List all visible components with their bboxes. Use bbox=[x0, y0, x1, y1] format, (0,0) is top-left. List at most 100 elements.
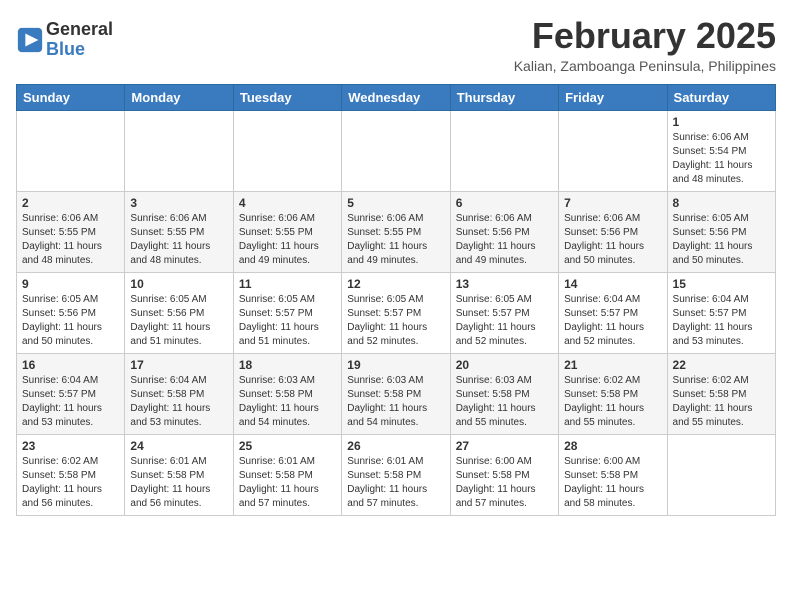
calendar-week-row: 2 Sunrise: 6:06 AM Sunset: 5:55 PM Daylig… bbox=[17, 191, 776, 272]
day-info: Sunrise: 6:01 AM Sunset: 5:58 PM Dayligh… bbox=[347, 455, 444, 511]
day-info: Sunrise: 6:04 AM Sunset: 5:57 PM Dayligh… bbox=[564, 293, 661, 349]
logo-general: General bbox=[46, 20, 113, 40]
calendar-cell bbox=[233, 110, 341, 191]
day-number: 20 bbox=[456, 358, 553, 372]
calendar-table: SundayMondayTuesdayWednesdayThursdayFrid… bbox=[16, 84, 776, 516]
day-number: 3 bbox=[130, 196, 227, 210]
day-number: 24 bbox=[130, 439, 227, 453]
day-info: Sunrise: 6:01 AM Sunset: 5:58 PM Dayligh… bbox=[239, 455, 336, 511]
day-info: Sunrise: 6:00 AM Sunset: 5:58 PM Dayligh… bbox=[456, 455, 553, 511]
weekday-header: Wednesday bbox=[342, 84, 450, 110]
calendar-cell: 1 Sunrise: 6:06 AM Sunset: 5:54 PM Daylig… bbox=[667, 110, 775, 191]
day-number: 18 bbox=[239, 358, 336, 372]
calendar-cell: 3Sunrise: 6:06 AM Sunset: 5:55 PM Daylig… bbox=[125, 191, 233, 272]
location: Kalian, Zamboanga Peninsula, Philippines bbox=[514, 58, 776, 74]
calendar-cell: 21Sunrise: 6:02 AM Sunset: 5:58 PM Dayli… bbox=[559, 353, 667, 434]
day-number: 4 bbox=[239, 196, 336, 210]
logo-text: General Blue bbox=[46, 20, 113, 60]
calendar-cell bbox=[342, 110, 450, 191]
day-info: Sunrise: 6:00 AM Sunset: 5:58 PM Dayligh… bbox=[564, 455, 661, 511]
page-header: General Blue February 2025 Kalian, Zambo… bbox=[16, 16, 776, 74]
weekday-header: Friday bbox=[559, 84, 667, 110]
day-info: Sunrise: 6:05 AM Sunset: 5:56 PM Dayligh… bbox=[673, 212, 770, 268]
day-number: 9 bbox=[22, 277, 119, 291]
calendar-cell: 5 Sunrise: 6:06 AM Sunset: 5:55 PM Daylig… bbox=[342, 191, 450, 272]
day-info: Sunrise: 6:06 AM Sunset: 5:56 PM Dayligh… bbox=[456, 212, 553, 268]
calendar-header-row: SundayMondayTuesdayWednesdayThursdayFrid… bbox=[17, 84, 776, 110]
calendar-cell: 20 Sunrise: 6:03 AM Sunset: 5:58 PM Dayli… bbox=[450, 353, 558, 434]
title-block: February 2025 Kalian, Zamboanga Peninsul… bbox=[514, 16, 776, 74]
day-info: Sunrise: 6:05 AM Sunset: 5:56 PM Dayligh… bbox=[22, 293, 119, 349]
calendar-week-row: 9 Sunrise: 6:05 AM Sunset: 5:56 PM Daylig… bbox=[17, 272, 776, 353]
calendar-cell: 27 Sunrise: 6:00 AM Sunset: 5:58 PM Dayli… bbox=[450, 434, 558, 515]
day-number: 2 bbox=[22, 196, 119, 210]
day-info: Sunrise: 6:04 AM Sunset: 5:57 PM Dayligh… bbox=[673, 293, 770, 349]
weekday-header: Tuesday bbox=[233, 84, 341, 110]
calendar-cell: 4 Sunrise: 6:06 AM Sunset: 5:55 PM Daylig… bbox=[233, 191, 341, 272]
day-info: Sunrise: 6:06 AM Sunset: 5:56 PM Dayligh… bbox=[564, 212, 661, 268]
calendar-cell: 24Sunrise: 6:01 AM Sunset: 5:58 PM Dayli… bbox=[125, 434, 233, 515]
day-info: Sunrise: 6:05 AM Sunset: 5:57 PM Dayligh… bbox=[347, 293, 444, 349]
day-number: 21 bbox=[564, 358, 661, 372]
day-number: 26 bbox=[347, 439, 444, 453]
calendar-cell: 15 Sunrise: 6:04 AM Sunset: 5:57 PM Dayli… bbox=[667, 272, 775, 353]
day-number: 13 bbox=[456, 277, 553, 291]
day-number: 11 bbox=[239, 277, 336, 291]
day-number: 22 bbox=[673, 358, 770, 372]
day-info: Sunrise: 6:05 AM Sunset: 5:57 PM Dayligh… bbox=[239, 293, 336, 349]
day-info: Sunrise: 6:05 AM Sunset: 5:56 PM Dayligh… bbox=[130, 293, 227, 349]
calendar-cell: 16Sunrise: 6:04 AM Sunset: 5:57 PM Dayli… bbox=[17, 353, 125, 434]
calendar-cell: 9 Sunrise: 6:05 AM Sunset: 5:56 PM Daylig… bbox=[17, 272, 125, 353]
logo-icon bbox=[16, 26, 44, 54]
calendar-week-row: 23 Sunrise: 6:02 AM Sunset: 5:58 PM Dayli… bbox=[17, 434, 776, 515]
day-number: 12 bbox=[347, 277, 444, 291]
day-number: 16 bbox=[22, 358, 119, 372]
calendar-week-row: 16Sunrise: 6:04 AM Sunset: 5:57 PM Dayli… bbox=[17, 353, 776, 434]
calendar-cell bbox=[125, 110, 233, 191]
calendar-cell bbox=[667, 434, 775, 515]
calendar-cell: 2 Sunrise: 6:06 AM Sunset: 5:55 PM Daylig… bbox=[17, 191, 125, 272]
calendar-cell bbox=[17, 110, 125, 191]
calendar-cell: 17 Sunrise: 6:04 AM Sunset: 5:58 PM Dayli… bbox=[125, 353, 233, 434]
day-info: Sunrise: 6:03 AM Sunset: 5:58 PM Dayligh… bbox=[456, 374, 553, 430]
weekday-header: Monday bbox=[125, 84, 233, 110]
calendar-cell: 10 Sunrise: 6:05 AM Sunset: 5:56 PM Dayli… bbox=[125, 272, 233, 353]
calendar-cell: 8 Sunrise: 6:05 AM Sunset: 5:56 PM Daylig… bbox=[667, 191, 775, 272]
calendar-cell: 23 Sunrise: 6:02 AM Sunset: 5:58 PM Dayli… bbox=[17, 434, 125, 515]
calendar-cell: 19Sunrise: 6:03 AM Sunset: 5:58 PM Dayli… bbox=[342, 353, 450, 434]
calendar-cell: 22 Sunrise: 6:02 AM Sunset: 5:58 PM Dayli… bbox=[667, 353, 775, 434]
calendar-cell: 11 Sunrise: 6:05 AM Sunset: 5:57 PM Dayli… bbox=[233, 272, 341, 353]
day-info: Sunrise: 6:04 AM Sunset: 5:58 PM Dayligh… bbox=[130, 374, 227, 430]
day-number: 7 bbox=[564, 196, 661, 210]
logo: General Blue bbox=[16, 20, 113, 60]
calendar-week-row: 1 Sunrise: 6:06 AM Sunset: 5:54 PM Daylig… bbox=[17, 110, 776, 191]
day-number: 17 bbox=[130, 358, 227, 372]
day-info: Sunrise: 6:02 AM Sunset: 5:58 PM Dayligh… bbox=[673, 374, 770, 430]
day-info: Sunrise: 6:06 AM Sunset: 5:55 PM Dayligh… bbox=[347, 212, 444, 268]
weekday-header: Sunday bbox=[17, 84, 125, 110]
day-info: Sunrise: 6:06 AM Sunset: 5:55 PM Dayligh… bbox=[22, 212, 119, 268]
day-number: 8 bbox=[673, 196, 770, 210]
day-number: 25 bbox=[239, 439, 336, 453]
weekday-header: Thursday bbox=[450, 84, 558, 110]
calendar-cell: 18Sunrise: 6:03 AM Sunset: 5:58 PM Dayli… bbox=[233, 353, 341, 434]
calendar-cell: 7 Sunrise: 6:06 AM Sunset: 5:56 PM Daylig… bbox=[559, 191, 667, 272]
day-number: 28 bbox=[564, 439, 661, 453]
day-info: Sunrise: 6:05 AM Sunset: 5:57 PM Dayligh… bbox=[456, 293, 553, 349]
day-number: 10 bbox=[130, 277, 227, 291]
calendar-cell: 6Sunrise: 6:06 AM Sunset: 5:56 PM Daylig… bbox=[450, 191, 558, 272]
logo-blue: Blue bbox=[46, 40, 113, 60]
calendar-cell: 28 Sunrise: 6:00 AM Sunset: 5:58 PM Dayli… bbox=[559, 434, 667, 515]
day-info: Sunrise: 6:06 AM Sunset: 5:55 PM Dayligh… bbox=[239, 212, 336, 268]
day-number: 5 bbox=[347, 196, 444, 210]
calendar-cell: 26 Sunrise: 6:01 AM Sunset: 5:58 PM Dayli… bbox=[342, 434, 450, 515]
day-info: Sunrise: 6:06 AM Sunset: 5:54 PM Dayligh… bbox=[673, 131, 770, 187]
weekday-header: Saturday bbox=[667, 84, 775, 110]
day-number: 1 bbox=[673, 115, 770, 129]
day-number: 15 bbox=[673, 277, 770, 291]
calendar-cell: 25 Sunrise: 6:01 AM Sunset: 5:58 PM Dayli… bbox=[233, 434, 341, 515]
day-info: Sunrise: 6:02 AM Sunset: 5:58 PM Dayligh… bbox=[22, 455, 119, 511]
calendar-cell: 12 Sunrise: 6:05 AM Sunset: 5:57 PM Dayli… bbox=[342, 272, 450, 353]
day-number: 23 bbox=[22, 439, 119, 453]
day-number: 27 bbox=[456, 439, 553, 453]
